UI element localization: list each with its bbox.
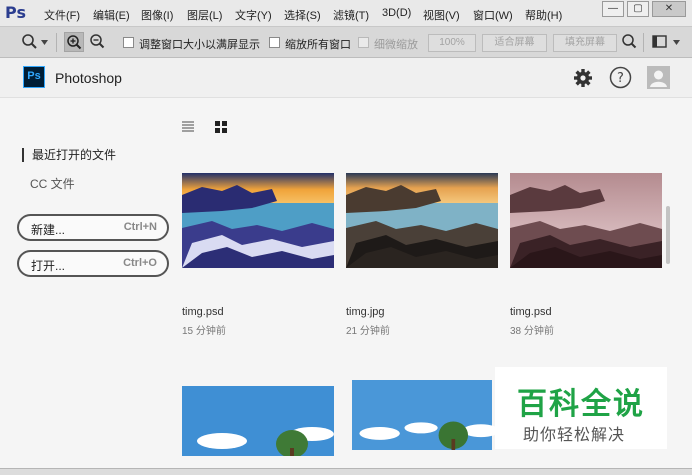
new-file-button[interactable]: 新建... Ctrl+N [17,214,169,241]
zoom-all-label: 缩放所有窗口 [285,39,351,51]
menu-3d[interactable]: 3D(D) [382,7,411,19]
list-view-icon[interactable] [181,120,195,134]
menu-image[interactable]: 图像(I) [141,7,173,23]
file-name: timg.psd [182,306,224,318]
open-file-shortcut: Ctrl+O [123,257,157,269]
open-file-button[interactable]: 打开... Ctrl+O [17,250,169,277]
menu-window[interactable]: 窗口(W) [473,7,513,23]
app-header: Ps Photoshop ? [0,58,692,98]
cc-files-nav[interactable]: CC 文件 [30,175,75,192]
file-timestamp: 15 分钟前 [182,326,226,337]
panel-icon[interactable] [650,32,670,52]
menu-layer[interactable]: 图层(L) [187,7,222,23]
file-thumbnail[interactable] [346,380,498,450]
chevron-down-icon[interactable] [41,40,48,45]
menu-edit[interactable]: 编辑(E) [93,7,130,23]
menu-file[interactable]: 文件(F) [44,7,80,23]
app-logo: Ps [5,3,26,22]
minimize-button[interactable]: — [602,1,624,17]
file-thumbnail[interactable] [182,386,334,456]
zoom-all-checkbox[interactable] [269,37,280,48]
menu-view[interactable]: 视图(V) [423,7,460,23]
zoom-tool-icon[interactable] [20,32,40,52]
svg-text:?: ? [617,71,624,86]
photoshop-logo: Ps [23,66,45,88]
file-thumbnail [182,173,334,268]
help-icon[interactable]: ? [609,66,632,89]
fill-screen-button[interactable]: 填充屏幕 [553,34,617,52]
recent-files-nav[interactable]: 最近打开的文件 [22,148,116,162]
scrollbar-thumb[interactable] [666,206,670,264]
file-name: timg.psd [510,306,552,318]
divider [56,33,57,52]
file-thumbnail [346,173,498,268]
new-file-shortcut: Ctrl+N [123,221,157,233]
file-name: timg.jpg [346,306,385,318]
gear-icon[interactable] [573,68,593,88]
chevron-down-icon[interactable] [673,40,680,45]
open-file-label: 打开... [31,259,66,273]
options-bar: 调整窗口大小以满屏显示 缩放所有窗口 细微缩放 100% 适合屏幕 填充屏幕 [0,27,692,58]
maximize-button[interactable]: ▢ [627,1,649,17]
file-timestamp: 21 分钟前 [346,326,390,337]
resize-windows-checkbox[interactable] [123,37,134,48]
watermark-subtitle: 助你轻松解决 [523,427,626,444]
hand-icon[interactable] [620,32,640,52]
watermark: 百科全说 助你轻松解决 [495,367,667,449]
sidebar: 最近打开的文件 CC 文件 新建... Ctrl+N 打开... Ctrl+O [0,98,172,475]
app-title: Photoshop [55,70,122,86]
scrubby-zoom-label: 细微缩放 [374,39,418,51]
recent-file-tile[interactable]: timg.psd 38 分钟前 [510,173,662,337]
zoom-100-button[interactable]: 100% [428,34,476,52]
menu-filter[interactable]: 滤镜(T) [333,7,369,23]
user-icon[interactable] [647,66,670,89]
zoom-in-icon[interactable] [64,32,84,52]
close-button[interactable]: ✕ [652,1,686,17]
menu-type[interactable]: 文字(Y) [235,7,272,23]
scrubby-zoom-checkbox[interactable] [358,37,369,48]
recent-file-tile[interactable]: timg.psd 15 分钟前 [182,173,334,337]
grid-view-icon[interactable] [214,120,228,134]
window-bottom-border [0,468,692,475]
zoom-out-icon[interactable] [88,32,108,52]
menu-help[interactable]: 帮助(H) [525,7,562,23]
menu-bar: Ps 文件(F) 编辑(E) 图像(I) 图层(L) 文字(Y) 选择(S) 滤… [0,0,692,27]
divider [643,33,644,52]
recent-file-tile[interactable]: timg.jpg 21 分钟前 [346,173,498,337]
new-file-label: 新建... [31,223,66,237]
file-thumbnail [510,173,662,268]
menu-select[interactable]: 选择(S) [284,7,321,23]
watermark-title: 百科全说 [517,387,645,422]
file-timestamp: 38 分钟前 [510,326,554,337]
resize-windows-label: 调整窗口大小以满屏显示 [139,39,260,51]
fit-screen-button[interactable]: 适合屏幕 [482,34,547,52]
